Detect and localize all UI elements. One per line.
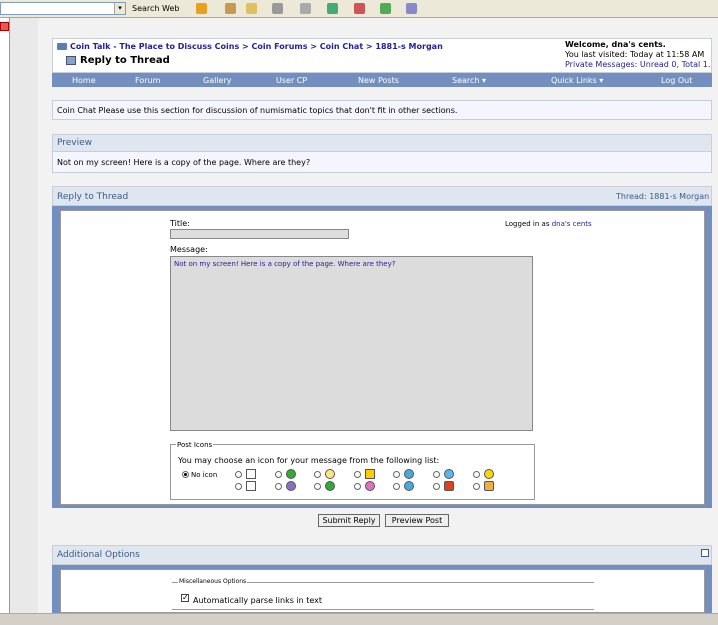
radio-icon-9[interactable] [275, 483, 282, 490]
thread-link[interactable]: Thread: 1881-s Morgan [616, 192, 709, 201]
toolbar-icon-4[interactable] [272, 3, 283, 14]
question-icon [404, 469, 414, 479]
thumbs-down-icon [444, 481, 454, 491]
collapse-icon[interactable] [701, 549, 709, 557]
radio-icon-10[interactable] [314, 483, 321, 490]
radio-icon-14[interactable] [473, 483, 480, 490]
reply-header [52, 186, 712, 206]
wink-icon [404, 481, 414, 491]
submit-reply-button[interactable]: Submit Reply [318, 514, 380, 527]
no-icon-label: No icon [191, 471, 218, 479]
radio-icon-3[interactable] [314, 471, 321, 478]
nav-log-out[interactable]: Log Out [661, 76, 692, 85]
logged-in-text: Logged in as dna's cents [505, 220, 592, 228]
parse-links-checkbox[interactable]: ✓ [181, 594, 189, 602]
radio-icon-7[interactable] [473, 471, 480, 478]
toolbar-icon-8[interactable] [380, 3, 391, 14]
nav-home[interactable]: Home [72, 76, 96, 85]
cool-smiley-icon [444, 469, 454, 479]
tongue-icon [365, 481, 375, 491]
radio-icon-11[interactable] [354, 483, 361, 490]
radio-no-icon[interactable] [182, 471, 189, 478]
misc-fieldset-border-bottom [172, 609, 594, 610]
additional-options-header [52, 545, 712, 565]
search-web-button[interactable]: Search Web [132, 4, 179, 13]
nav-quick-links[interactable]: Quick Links ▾ [551, 76, 603, 85]
eek-icon [325, 481, 335, 491]
lightbulb-icon [325, 469, 335, 479]
reply-heading: Reply to Thread [57, 192, 129, 202]
message-label: Message: [170, 245, 208, 254]
additional-options-panel [60, 569, 705, 613]
forum-description: Coin Chat Please use this section for di… [57, 106, 458, 115]
logged-in-user-link[interactable]: dna's cents [552, 220, 592, 228]
angry-icon [286, 481, 296, 491]
page-title: Reply to Thread [80, 55, 170, 66]
title-label: Title: [170, 219, 190, 228]
private-messages-link[interactable]: Private Messages: Unread 0, Total 1. [565, 60, 710, 69]
toolbar-icon-6[interactable] [327, 3, 338, 14]
preview-text: Not on my screen! Here is a copy of the … [57, 158, 311, 167]
preview-header [52, 134, 712, 152]
toolbar-icon-7[interactable] [354, 3, 365, 14]
document-icon [246, 469, 256, 479]
smile-icon [484, 469, 494, 479]
left-sidebar-strip [0, 18, 10, 613]
radio-icon-8[interactable] [235, 483, 242, 490]
image-icon [246, 481, 256, 491]
radio-icon-5[interactable] [393, 471, 400, 478]
chevron-down-icon[interactable]: ▾ [114, 3, 125, 14]
preview-post-button[interactable]: Preview Post [385, 514, 449, 527]
close-icon[interactable] [0, 22, 9, 31]
radio-icon-12[interactable] [393, 483, 400, 490]
thumbs-up-icon [484, 481, 494, 491]
warning-icon [365, 469, 375, 479]
toolbar-icon-1[interactable] [196, 3, 207, 14]
toolbar-icon-9[interactable] [406, 3, 417, 14]
nav-new-posts[interactable]: New Posts [358, 76, 399, 85]
message-textarea[interactable]: Not on my screen! Here is a copy of the … [170, 256, 533, 431]
nav-gallery[interactable]: Gallery [203, 76, 232, 85]
post-icons-legend: Post Icons [176, 441, 214, 449]
folder-icon [57, 43, 67, 50]
status-bar [0, 613, 718, 625]
toolbar-icon-2[interactable] [225, 3, 236, 14]
radio-icon-13[interactable] [433, 483, 440, 490]
radio-icon-2[interactable] [275, 471, 282, 478]
preview-heading: Preview [57, 138, 93, 148]
welcome-text: Welcome, dna's cents. [565, 40, 666, 49]
nav-forum[interactable]: Forum [135, 76, 160, 85]
last-visit-text: You last visited: Today at 11:58 AM [565, 50, 705, 59]
post-icons-description: You may choose an icon for your message … [178, 456, 440, 465]
logged-in-prefix: Logged in as [505, 220, 550, 228]
misc-options-legend: Miscellaneous Options [178, 578, 248, 585]
title-input[interactable] [170, 229, 349, 239]
radio-icon-1[interactable] [235, 471, 242, 478]
radio-icon-6[interactable] [433, 471, 440, 478]
post-icons-fieldset [170, 444, 535, 500]
toolbar-icon-3[interactable] [246, 3, 257, 14]
address-dropdown[interactable]: ▾ [0, 2, 126, 15]
breadcrumb[interactable]: Coin Talk - The Place to Discuss Coins >… [70, 42, 443, 51]
document-icon [66, 56, 76, 65]
arrow-right-icon [286, 469, 296, 479]
nav-user-cp[interactable]: User CP [276, 76, 307, 85]
radio-icon-4[interactable] [354, 471, 361, 478]
additional-options-heading: Additional Options [57, 550, 140, 560]
toolbar-icon-5[interactable] [300, 3, 311, 14]
nav-search[interactable]: Search ▾ [452, 76, 486, 85]
parse-links-label: Automatically parse links in text [193, 596, 323, 605]
